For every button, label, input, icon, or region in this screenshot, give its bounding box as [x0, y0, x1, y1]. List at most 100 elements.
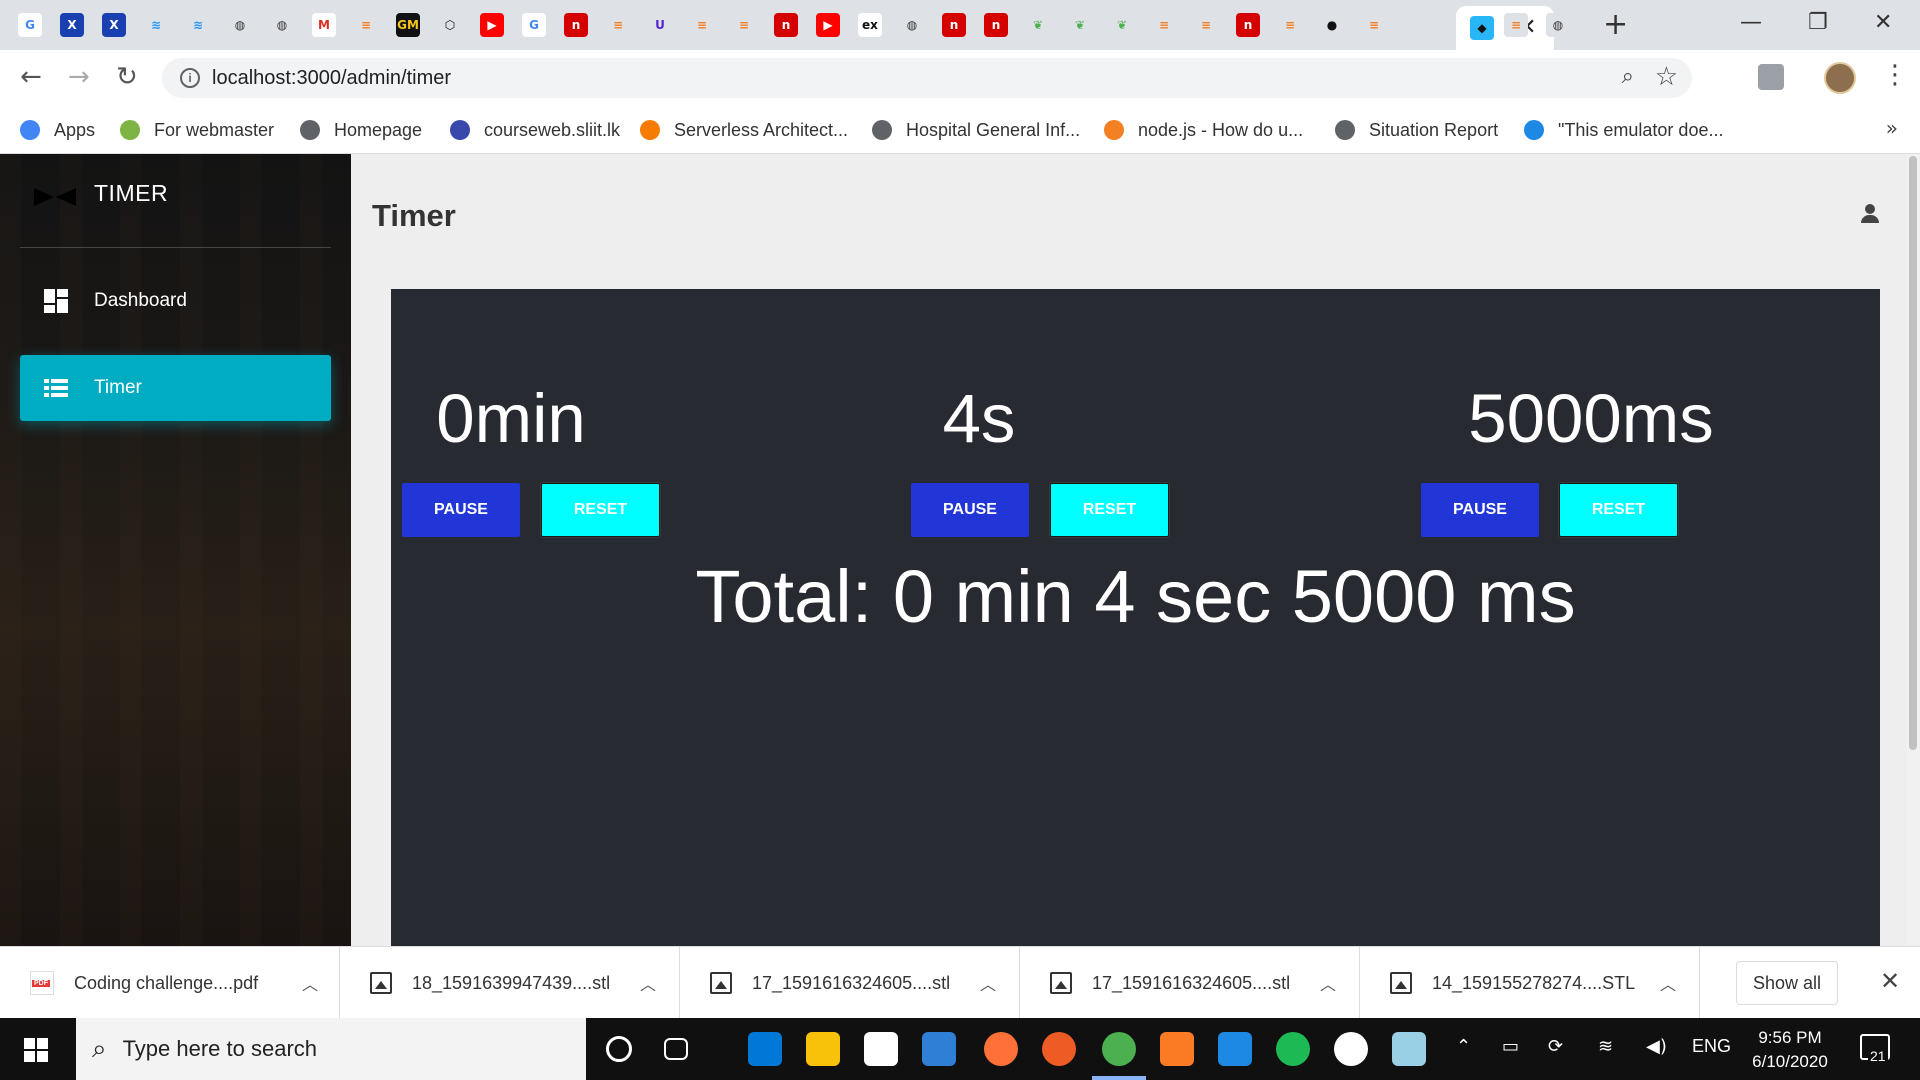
clock[interactable]: 9:56 PM 6/10/2020 — [1740, 1026, 1840, 1074]
mui-icon[interactable]: ≋ — [186, 13, 210, 37]
extension-icon[interactable] — [1758, 64, 1784, 90]
minimize-icon[interactable]: — — [1740, 10, 1762, 35]
menu-icon[interactable]: ⋮ — [1882, 60, 1908, 90]
mui-icon[interactable]: ≋ — [144, 13, 168, 37]
n-icon[interactable]: n — [774, 13, 798, 37]
udemy-icon[interactable]: U — [648, 13, 672, 37]
download-options-chevron-icon[interactable]: ︿ — [640, 971, 656, 995]
battery-icon[interactable]: ▭ — [1502, 1036, 1519, 1057]
bookmark-emulator[interactable]: "This emulator doe... — [1524, 118, 1723, 142]
download-item[interactable]: 17_1591616324605....stl ︿ — [680, 947, 1020, 1019]
window-close-icon[interactable]: ✕ — [1874, 10, 1892, 35]
download-options-chevron-icon[interactable]: ︿ — [1660, 971, 1676, 995]
mongodb-icon[interactable]: ❦ — [1026, 13, 1050, 37]
xda-icon[interactable]: X — [60, 13, 84, 37]
bookmarks-overflow-icon[interactable]: » — [1886, 116, 1898, 140]
bookmark-hospital[interactable]: Hospital General Inf... — [872, 118, 1080, 142]
restore-icon[interactable]: ❐ — [1808, 10, 1828, 35]
download-item[interactable]: 17_1591616324605....stl ︿ — [1020, 947, 1360, 1019]
gmail-icon[interactable]: M — [312, 13, 336, 37]
milliseconds-reset-button[interactable]: RESET — [1559, 483, 1678, 537]
seconds-pause-button[interactable]: PAUSE — [911, 483, 1029, 537]
globe-icon[interactable]: ◍ — [228, 13, 252, 37]
bookmark-homepage[interactable]: Homepage — [300, 118, 422, 142]
download-item[interactable]: 18_1591639947439....stl ︿ — [340, 947, 680, 1019]
address-bar[interactable]: i localhost:3000/admin/timer ⌕ ☆ — [162, 58, 1692, 98]
globe-icon[interactable]: ◍ — [270, 13, 294, 37]
stackoverflow-icon[interactable]: ≡ — [1194, 13, 1218, 37]
person-icon[interactable] — [1860, 204, 1880, 224]
scrollbar-thumb[interactable] — [1909, 156, 1917, 750]
store-icon[interactable] — [864, 1032, 898, 1066]
bookmark-nodejs[interactable]: node.js - How do u... — [1104, 118, 1303, 142]
stackoverflow-icon[interactable]: ≡ — [1362, 13, 1386, 37]
firefox-icon[interactable] — [984, 1032, 1018, 1066]
xampp-icon[interactable] — [1160, 1032, 1194, 1066]
sidebar-item-dashboard[interactable]: Dashboard — [20, 268, 331, 334]
profile-avatar[interactable] — [1824, 62, 1856, 94]
sync-icon[interactable]: ⟳ — [1548, 1036, 1563, 1057]
reload-icon[interactable]: ↻ — [116, 62, 138, 92]
windows-start-icon[interactable] — [24, 1038, 48, 1062]
new-tab-icon[interactable]: + — [1603, 10, 1628, 40]
sidebar-item-timer[interactable]: Timer — [20, 355, 331, 421]
edge-icon[interactable] — [748, 1032, 782, 1066]
bookmark-serverless[interactable]: Serverless Architect... — [640, 118, 848, 142]
stackoverflow-icon[interactable]: ≡ — [1504, 13, 1528, 37]
download-options-chevron-icon[interactable]: ︿ — [1320, 971, 1336, 995]
volume-icon[interactable]: ◀) — [1646, 1036, 1667, 1057]
taskbar-search[interactable]: ⌕ Type here to search — [76, 1018, 586, 1080]
spotify-icon[interactable] — [1276, 1032, 1310, 1066]
minutes-reset-button[interactable]: RESET — [541, 483, 660, 537]
google-icon[interactable]: G — [522, 13, 546, 37]
task-view-icon[interactable] — [664, 1038, 688, 1060]
file-explorer-icon[interactable] — [806, 1032, 840, 1066]
bookmark-for-webmaster[interactable]: For webmaster — [120, 118, 274, 142]
n-icon[interactable]: n — [1236, 13, 1260, 37]
globe-icon[interactable]: ◍ — [1546, 13, 1570, 37]
minutes-pause-button[interactable]: PAUSE — [402, 483, 520, 537]
download-options-chevron-icon[interactable]: ︿ — [302, 971, 318, 995]
downloads-close-icon[interactable]: ✕ — [1880, 967, 1900, 995]
bookmark-courseweb[interactable]: courseweb.sliit.lk — [450, 118, 620, 142]
stackoverflow-icon[interactable]: ≡ — [1152, 13, 1176, 37]
forward-icon[interactable]: → — [68, 62, 90, 92]
seconds-reset-button[interactable]: RESET — [1050, 483, 1169, 537]
postman-icon[interactable] — [1042, 1032, 1076, 1066]
ex-icon[interactable]: ex — [858, 13, 882, 37]
youtube-icon[interactable]: ▶ — [480, 13, 504, 37]
globe-icon[interactable]: ◍ — [900, 13, 924, 37]
gm-icon[interactable]: GM — [396, 13, 420, 37]
back-icon[interactable]: ← — [20, 62, 42, 92]
stackoverflow-icon[interactable]: ≡ — [606, 13, 630, 37]
bookmark-apps[interactable]: Apps — [20, 118, 95, 142]
bookmark-star-icon[interactable]: ☆ — [1655, 62, 1678, 92]
n-icon[interactable]: n — [942, 13, 966, 37]
scrollbar[interactable] — [1906, 154, 1920, 946]
tray-overflow-icon[interactable]: ⌃ — [1456, 1036, 1471, 1057]
wifi-icon[interactable]: ≋ — [1598, 1036, 1613, 1057]
bookmark-situation-report[interactable]: Situation Report — [1335, 118, 1498, 142]
mongodb-icon[interactable]: ❦ — [1110, 13, 1134, 37]
notes-icon[interactable] — [1392, 1032, 1426, 1066]
vscode-icon[interactable] — [1218, 1032, 1252, 1066]
milliseconds-pause-button[interactable]: PAUSE — [1421, 483, 1539, 537]
cortana-icon[interactable] — [606, 1036, 632, 1062]
stackoverflow-icon[interactable]: ≡ — [690, 13, 714, 37]
google-icon[interactable]: G — [18, 13, 42, 37]
stackoverflow-icon[interactable]: ≡ — [732, 13, 756, 37]
download-item[interactable]: 14_159155278274....STL ︿ — [1360, 947, 1700, 1019]
mongodb-compass-icon[interactable] — [1334, 1032, 1368, 1066]
info-icon[interactable]: i — [180, 68, 200, 88]
download-options-chevron-icon[interactable]: ︿ — [980, 971, 996, 995]
chrome-icon[interactable] — [1102, 1032, 1136, 1066]
search-placeholder[interactable]: Type here to search — [123, 1036, 317, 1062]
language-indicator[interactable]: ENG — [1692, 1036, 1731, 1057]
codesandbox-icon[interactable]: ⬡ — [438, 13, 462, 37]
url-text[interactable]: localhost:3000/admin/timer — [212, 67, 451, 90]
n-icon[interactable]: n — [984, 13, 1008, 37]
github-icon[interactable]: ● — [1320, 13, 1344, 37]
zoom-icon[interactable]: ⌕ — [1622, 64, 1634, 89]
xda-icon[interactable]: X — [102, 13, 126, 37]
mail-icon[interactable] — [922, 1032, 956, 1066]
